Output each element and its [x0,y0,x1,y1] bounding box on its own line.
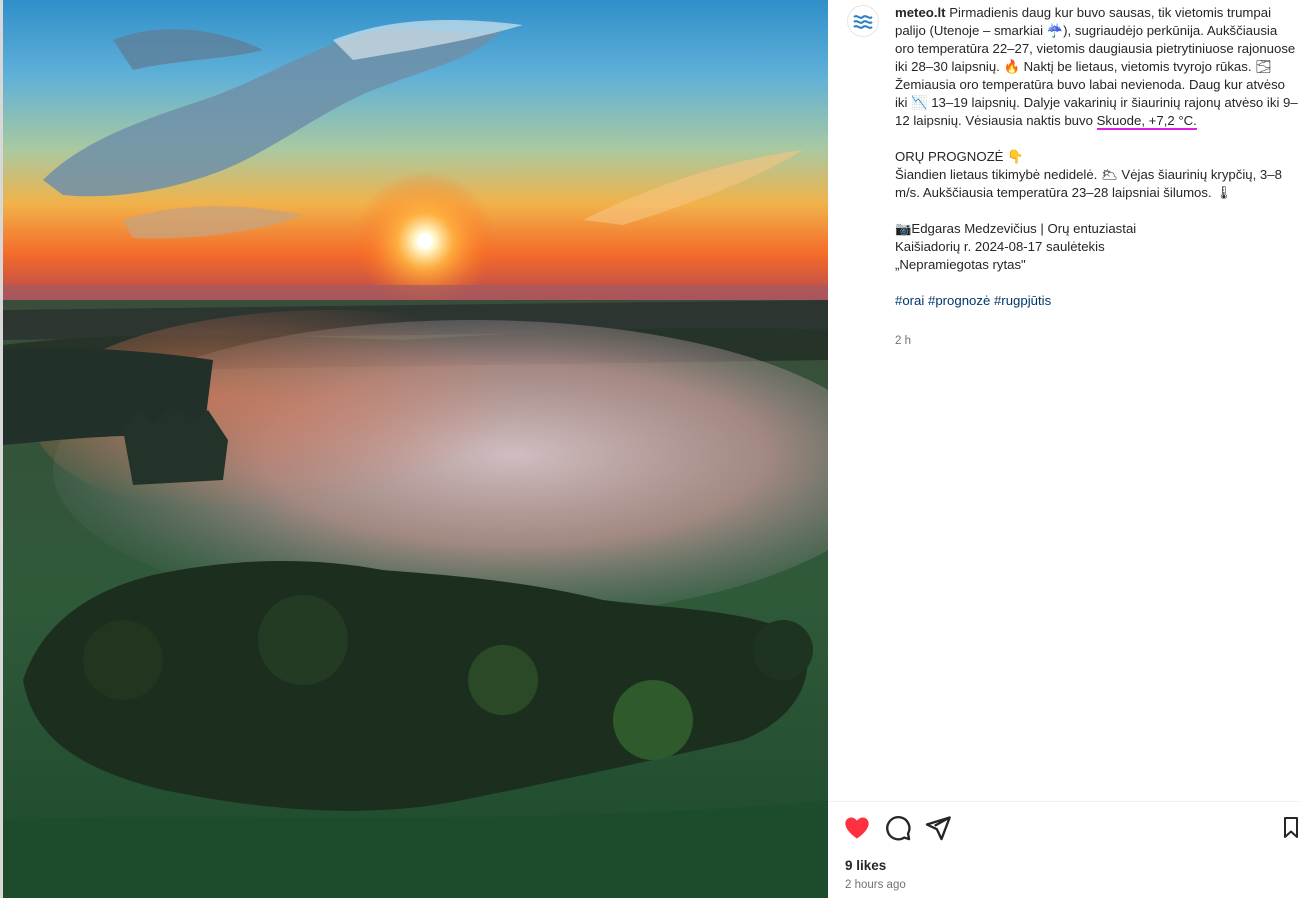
share-button[interactable] [924,814,952,842]
avatar[interactable] [847,5,879,37]
action-bar [843,814,1299,842]
likes-count[interactable]: 9 likes [845,858,886,873]
username-link[interactable]: meteo.lt [895,5,946,20]
comment-button[interactable] [884,814,912,842]
heart-icon [845,817,869,839]
post-caption: meteo.lt Pirmadienis daug kur buvo sausa… [895,4,1299,310]
caption-relative-time[interactable]: 2 h [895,335,911,347]
like-button[interactable] [843,814,871,842]
photo-credit-paragraph: 📷Edgaras Medzevičius | Orų entuziastai K… [895,221,1137,272]
forecast-paragraph: ORŲ PROGNOZĖ 👇 Šiandien lietaus tikimybė… [895,149,1282,200]
meteo-logo-icon [853,15,873,29]
caption-text-part1: Pirmadienis daug kur buvo sausas, tik vi… [895,5,1299,128]
save-button[interactable] [1281,814,1299,842]
comment-icon [886,816,911,841]
caption-highlighted-text: Skuode, +7,2 °C. [1096,113,1197,130]
paper-plane-icon [925,816,951,841]
hashtags[interactable]: #orai #prognozė #rugpjūtis [895,292,1299,310]
post-photo[interactable] [0,0,828,898]
bookmark-icon [1284,817,1298,838]
post-timestamp[interactable]: 2 hours ago [845,879,906,891]
post-details-panel: meteo.lt Pirmadienis daug kur buvo sausa… [829,0,1299,898]
divider [829,801,1299,802]
sunrise-fog-forest-photo [3,0,828,898]
